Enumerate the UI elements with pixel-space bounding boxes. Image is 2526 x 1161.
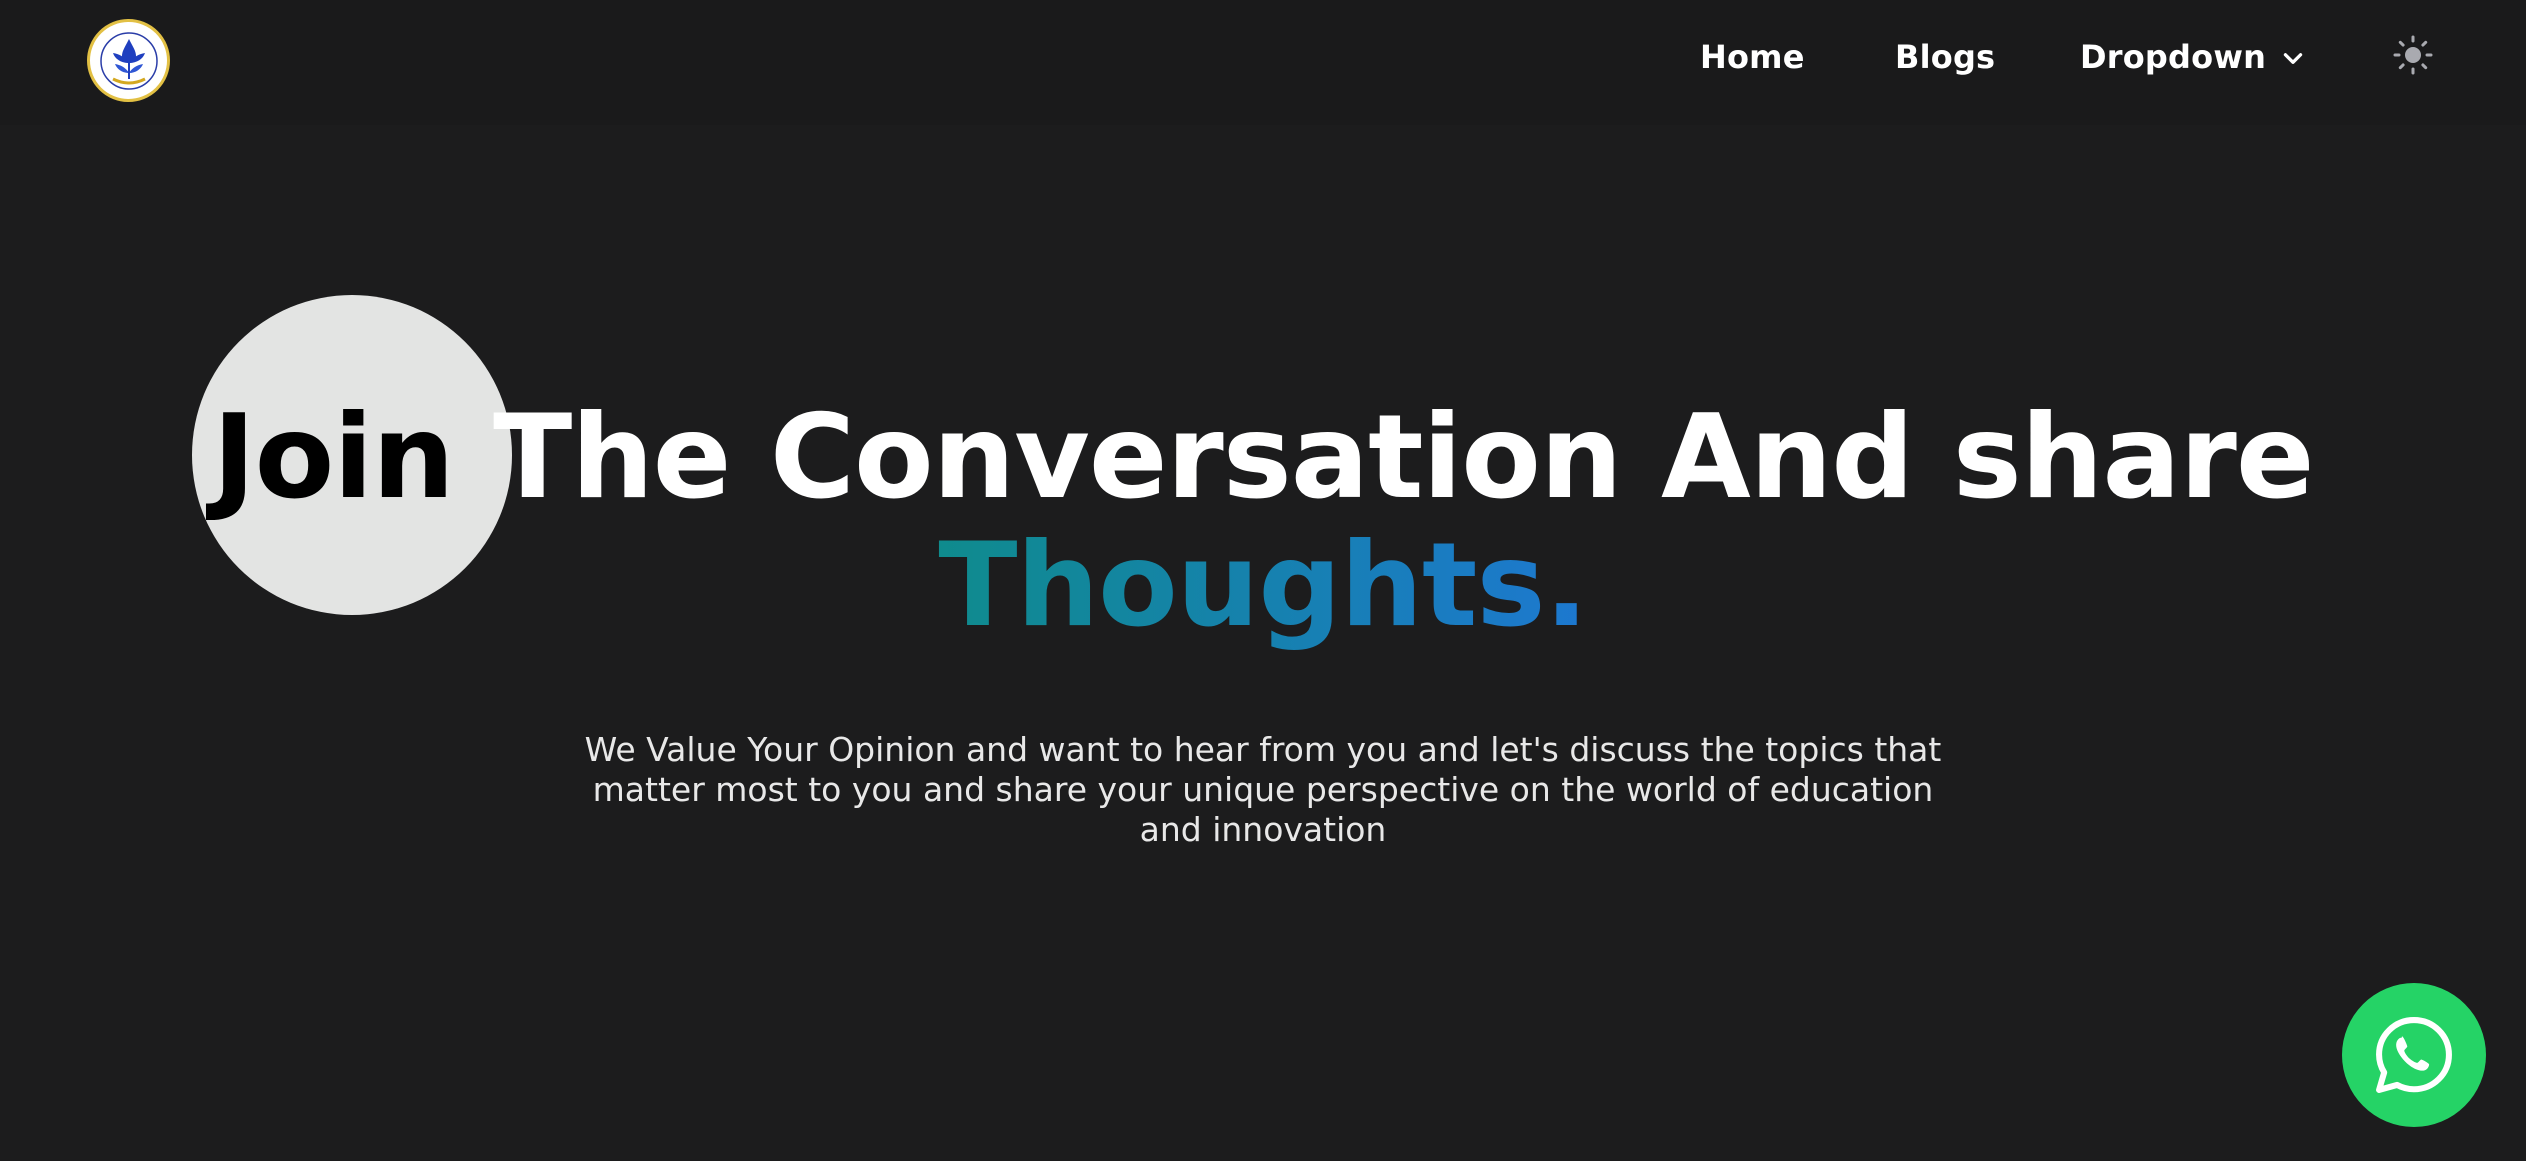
leaf-drop-logo-icon xyxy=(99,31,158,90)
whatsapp-button[interactable] xyxy=(2342,983,2486,1127)
hero-headline-line2: Thoughts. xyxy=(0,528,2526,644)
hero-headline-rest: The Conversation And share xyxy=(453,390,2314,525)
navbar: Home Blogs Dropdown xyxy=(0,0,2526,125)
nav-dropdown-label: Dropdown xyxy=(2080,38,2267,76)
nav-blogs-link[interactable]: Blogs xyxy=(1895,38,1995,76)
hero-headline: Join The Conversation And share xyxy=(0,400,2526,516)
hero-gradient-word: Thoughts. xyxy=(938,518,1588,653)
hero-subtext: We Value Your Opinion and want to hear f… xyxy=(584,730,1942,849)
theme-toggle-button[interactable] xyxy=(2392,34,2434,76)
whatsapp-icon xyxy=(2376,1017,2452,1093)
nav-dropdown-toggle[interactable]: Dropdown xyxy=(2080,38,2306,76)
hero-headline-highlight: Join xyxy=(212,390,454,525)
page: Home Blogs Dropdown Join The Conversatio… xyxy=(0,0,2526,1161)
logo-icon[interactable] xyxy=(87,19,170,102)
sun-icon xyxy=(2393,35,2433,75)
chevron-down-icon xyxy=(2283,53,2303,64)
nav-home-link[interactable]: Home xyxy=(1700,38,1805,76)
